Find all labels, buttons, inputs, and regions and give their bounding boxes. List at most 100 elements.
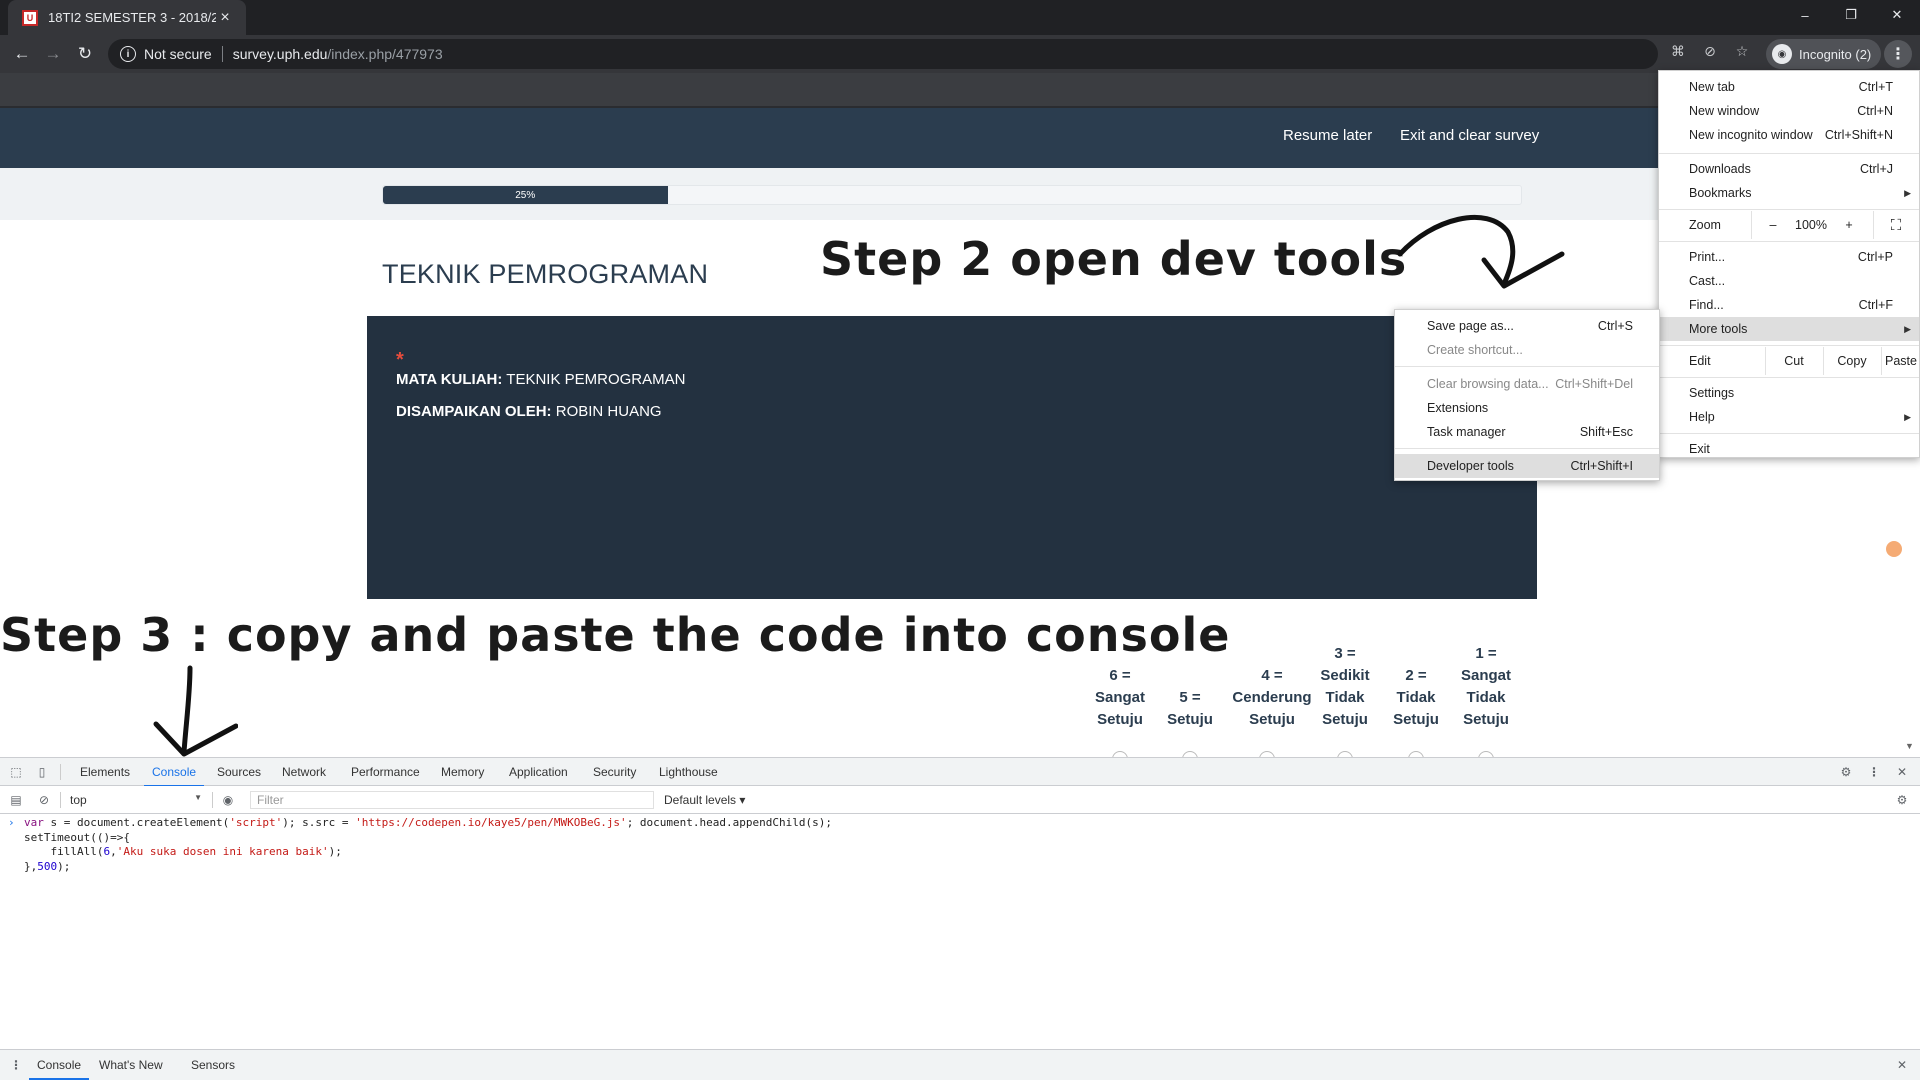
menu-bookmarks[interactable]: Bookmarks ▶ [1659,181,1919,205]
address-bar[interactable]: i Not secure survey.uph.edu/index.php/47… [108,39,1658,69]
drawer-tab-whats-new[interactable]: What's New [99,1050,163,1080]
menu-new-window[interactable]: New window Ctrl+N [1659,99,1919,123]
menu-developer-tools[interactable]: Developer tools Ctrl+Shift+I [1395,454,1659,478]
live-expression-eye-icon[interactable]: ◉ [220,792,236,808]
scroll-down-arrow-icon[interactable]: ▼ [1905,741,1914,751]
log-levels-dropdown[interactable]: Default levels ▾ [664,793,745,807]
menu-save-page-as[interactable]: Save page as... Ctrl+S [1395,314,1659,338]
progress-bar: 25% [382,185,1522,205]
chrome-main-menu: New tab Ctrl+T New window Ctrl+N New incog… [1658,70,1920,458]
chrome-menu-icon[interactable]: ⋮ [1884,40,1912,68]
scale-2-line1: 2 = [1405,667,1427,684]
menu-new-tab[interactable]: New tab Ctrl+T [1659,75,1919,99]
incognito-button[interactable]: ◉ Incognito (2) [1766,39,1882,69]
menu-extensions[interactable]: Extensions [1395,396,1659,420]
tab-security[interactable]: Security [593,758,636,786]
minimize-icon[interactable]: – [1782,0,1828,30]
drawer-close-icon[interactable]: ✕ [1894,1057,1910,1073]
menu-settings[interactable]: Settings [1659,381,1919,405]
fullscreen-icon[interactable]: ⛶ [1881,211,1911,239]
menu-separator [1395,366,1659,367]
devtools-more-icon[interactable]: ⋮ [1866,764,1882,780]
menu-zoom-label: Zoom [1689,218,1721,232]
bookmark-star-icon[interactable]: ☆ [1732,41,1752,61]
menu-help[interactable]: Help ▶ [1659,405,1919,429]
floating-dot [1886,541,1902,557]
scale-header-5: 5 = Setuju [1154,687,1226,731]
drawer-tab-console[interactable]: Console [28,1050,90,1080]
context-selector[interactable]: top ▼ [70,793,202,807]
inspect-element-icon[interactable]: ⬚ [8,764,24,780]
menu-clear-browsing-data[interactable]: Clear browsing data... Ctrl+Shift+Del [1395,372,1659,396]
filterbar-divider [212,792,213,808]
filterbar-divider [60,792,61,808]
submenu-arrow-icon: ▶ [1904,411,1911,422]
restore-icon[interactable]: ❐ [1828,0,1874,30]
zoom-in-button[interactable]: + [1839,211,1859,239]
menu-new-incognito-window[interactable]: New incognito window Ctrl+Shift+N [1659,123,1919,147]
browser-tab[interactable]: U 18TI2 SEMESTER 3 - 2018/2019 × [8,0,246,35]
device-toolbar-icon[interactable]: ▯ [34,764,50,780]
back-icon[interactable]: ← [8,40,36,68]
menu-separator [1659,433,1919,434]
show-sidebar-icon[interactable]: ▤ [8,792,24,808]
tab-network[interactable]: Network [282,758,326,786]
devtools-settings-icon[interactable]: ⚙ [1838,764,1854,780]
url-host: survey.uph.edu [232,46,328,62]
scale-4-line2: Cenderung [1232,689,1312,706]
reload-icon[interactable]: ↻ [71,40,99,68]
menu-separator [1659,209,1919,210]
tab-sources[interactable]: Sources [217,758,261,786]
menu-more-tools[interactable]: More tools ▶ [1659,317,1919,341]
survey-navbar: Resume later Exit and clear survey [0,108,1920,168]
info-icon[interactable]: i [120,46,136,62]
tracking-blocked-icon[interactable]: ⊘ [1700,41,1720,61]
tab-memory[interactable]: Memory [441,758,484,786]
scale-header-4: 4 = Cenderung Setuju [1232,665,1312,731]
menu-separator [1659,377,1919,378]
menu-exit[interactable]: Exit [1659,437,1919,461]
translate-icon[interactable]: ⌘ [1668,41,1688,61]
scale-3-line3: Tidak [1325,689,1365,706]
clear-console-icon[interactable]: ⊘ [36,792,52,808]
menu-downloads[interactable]: Downloads Ctrl+J [1659,157,1919,181]
code-line-3: fillAll(6,'Aku suka dosen ini karena bai… [24,845,342,858]
menu-print[interactable]: Print... Ctrl+P [1659,245,1919,269]
exit-clear-survey-link[interactable]: Exit and clear survey [1400,127,1539,144]
omnibox-divider [221,46,223,62]
tab-application[interactable]: Application [509,758,568,786]
forward-icon[interactable]: → [39,40,67,68]
menu-cast[interactable]: Cast... [1659,269,1919,293]
course-line: MATA KULIAH: TEKNIK PEMROGRAMAN [396,371,685,388]
scale-3-line1: 3 = [1334,645,1356,662]
paste-button[interactable]: Paste [1881,347,1920,375]
tab-console[interactable]: Console [143,758,205,787]
security-status[interactable]: Not secure [144,46,212,62]
scale-1-line3: Tidak [1466,689,1506,706]
copy-button[interactable]: Copy [1823,347,1881,375]
zoom-out-button[interactable]: – [1763,211,1783,239]
scale-1-line4: Setuju [1463,711,1509,728]
devtools-close-icon[interactable]: ✕ [1894,764,1910,780]
window-close-icon[interactable]: ✕ [1874,0,1920,30]
scale-header-2: 2 = Tidak Setuju [1380,665,1452,731]
tab-lighthouse[interactable]: Lighthouse [659,758,718,786]
menu-find[interactable]: Find... Ctrl+F [1659,293,1919,317]
cut-button[interactable]: Cut [1765,347,1823,375]
menu-edit-label: Edit [1689,354,1711,368]
resume-later-link[interactable]: Resume later [1283,127,1372,144]
tab-performance[interactable]: Performance [351,758,420,786]
drawer-tab-sensors[interactable]: Sensors [191,1050,235,1080]
drawer-menu-icon[interactable]: ⋮ [8,1057,24,1073]
console-output[interactable]: › var s = document.createElement('script… [0,815,1920,1015]
page-top-strip [0,73,1920,106]
tab-close-icon[interactable]: × [216,9,234,27]
console-settings-icon[interactable]: ⚙ [1894,792,1910,808]
title-bar: U 18TI2 SEMESTER 3 - 2018/2019 × – ❐ ✕ [0,0,1920,35]
code-line-2: setTimeout(()=>{ [24,830,130,844]
console-filter-input[interactable]: Filter [250,791,654,809]
menu-create-shortcut[interactable]: Create shortcut... [1395,338,1659,362]
tab-elements[interactable]: Elements [80,758,130,786]
lecturer-label: DISAMPAIKAN OLEH: [396,403,552,420]
menu-task-manager[interactable]: Task manager Shift+Esc [1395,420,1659,444]
